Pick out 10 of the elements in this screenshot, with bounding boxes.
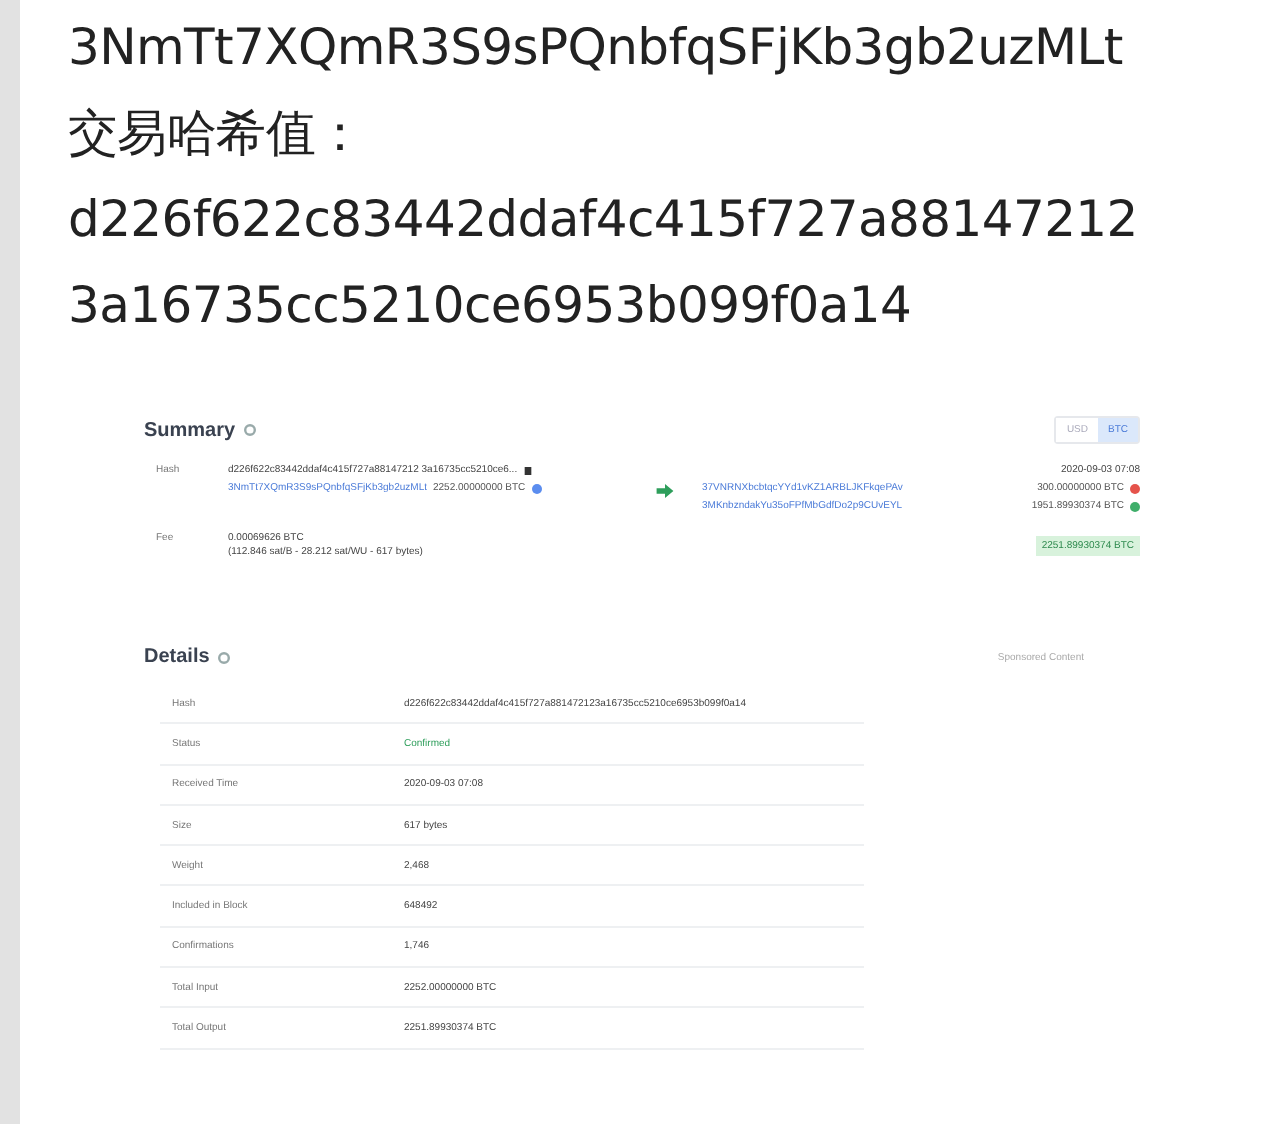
article-text: 交易哈希值： xyxy=(68,102,367,166)
info-icon xyxy=(243,424,256,436)
article-text: 3NmTt7XQmR3S9sPQnbfqSFjKb3gb2uzMLt xyxy=(68,16,1125,80)
info-icon xyxy=(217,651,230,663)
article-text: 3a16735cc5210ce6953b099f0a14 xyxy=(68,274,914,338)
summary-title: Summary xyxy=(144,419,236,441)
details-title: Details xyxy=(144,646,210,668)
arrow-icon xyxy=(656,484,674,498)
copy-icon[interactable] xyxy=(523,465,532,475)
article-text: d226f622c83442ddaf4c415f727a88147212 xyxy=(68,188,1140,252)
